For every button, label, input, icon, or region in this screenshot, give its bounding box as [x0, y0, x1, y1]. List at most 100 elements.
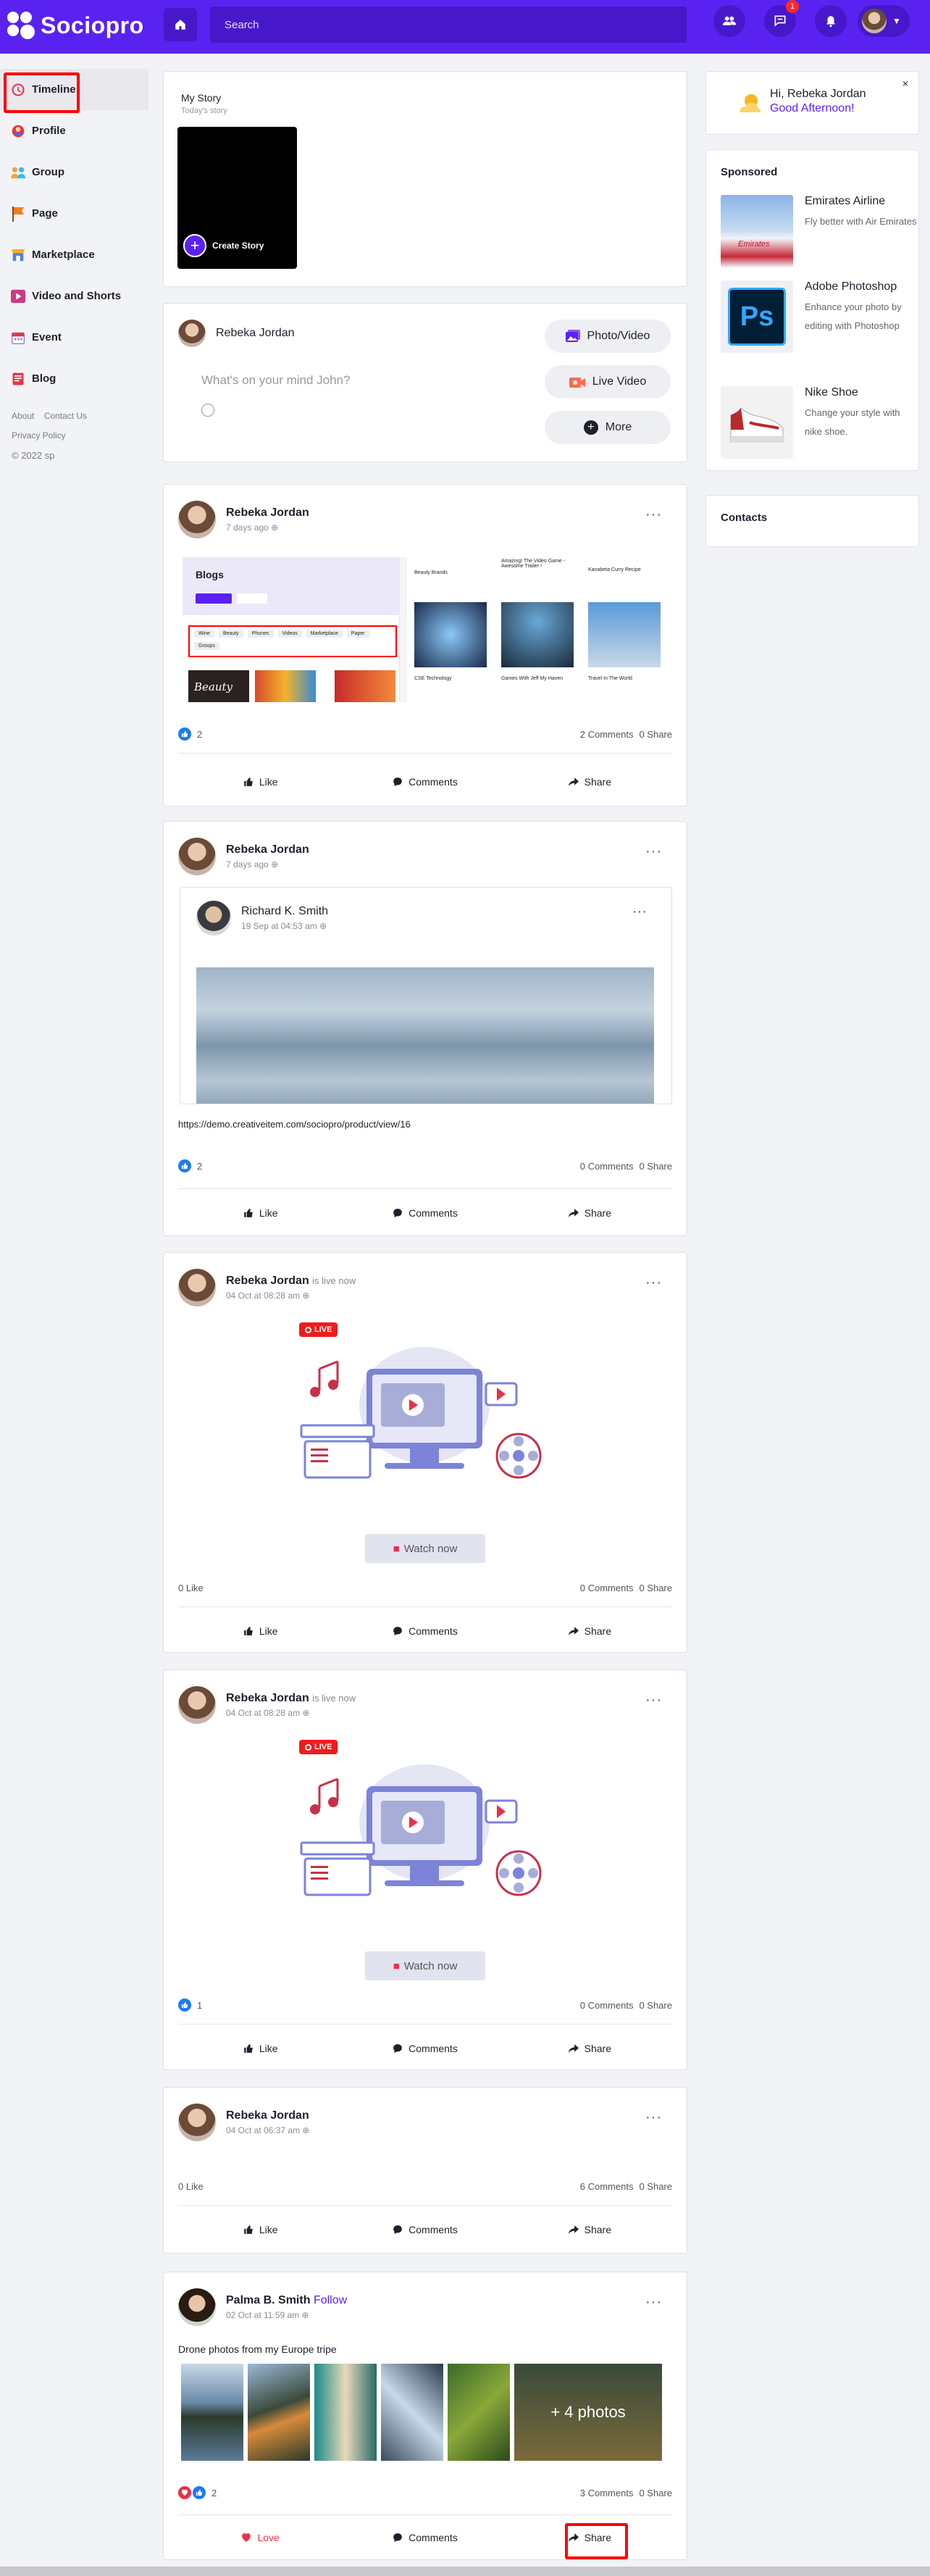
search-input[interactable] — [210, 7, 687, 43]
avatar — [862, 9, 887, 33]
notifications-button[interactable] — [815, 5, 847, 37]
post-text: Drone photos from my Europe tripe — [178, 2343, 337, 2355]
more-options-icon[interactable]: ··· — [645, 1275, 662, 1291]
comment-count[interactable]: 2 Comments — [580, 729, 634, 740]
like-button[interactable]: Like — [178, 2043, 343, 2054]
live-video-button[interactable]: Live Video — [545, 365, 671, 399]
more-photos-tile[interactable]: + 4 photos — [514, 2364, 662, 2461]
post-author[interactable]: Rebeka Jordan — [226, 1692, 309, 1704]
comments-button[interactable]: Comments — [343, 776, 507, 788]
gallery-photo[interactable] — [448, 2364, 510, 2461]
privacy-link[interactable]: Privacy Policy — [12, 430, 66, 441]
emoji-icon[interactable] — [201, 404, 214, 417]
sponsored-item[interactable]: Emirates Emirates Airline Fly better wit… — [721, 195, 917, 267]
thumbs-up-icon — [243, 1209, 253, 1217]
love-button[interactable]: Love — [178, 2532, 343, 2543]
follow-link[interactable]: Follow — [314, 2294, 347, 2306]
more-button[interactable]: + More — [545, 411, 671, 444]
comments-button[interactable]: Comments — [343, 2532, 507, 2543]
messages-button[interactable]: 1 — [764, 0, 799, 37]
post-author[interactable]: Rebeka Jordan — [226, 1275, 309, 1287]
post-link[interactable]: https://demo.creativeitem.com/sociopro/p… — [178, 1119, 411, 1130]
composer-input[interactable]: What's on your mind John? — [201, 373, 350, 388]
sky-image[interactable] — [196, 967, 654, 1104]
close-icon[interactable]: × — [902, 78, 908, 89]
gallery-photo[interactable] — [314, 2364, 377, 2461]
avatar — [196, 901, 231, 935]
photo-icon — [565, 330, 580, 342]
post-stats: 1 0 Comments 0 Share — [178, 1996, 672, 2014]
share-button[interactable]: Share — [508, 1207, 672, 1219]
sidebar-item-blog[interactable]: Blog — [0, 358, 148, 399]
post-author[interactable]: Rebeka Jordan — [226, 2109, 309, 2122]
gallery-photo[interactable] — [248, 2364, 310, 2461]
gallery-photo[interactable] — [181, 2364, 243, 2461]
comment-count[interactable]: 0 Comments — [580, 1161, 634, 1172]
globe-icon: ⊕ — [319, 921, 327, 931]
profile-menu-button[interactable]: ▼ — [858, 5, 910, 37]
like-count[interactable]: 2 — [197, 1161, 202, 1172]
photo-video-button[interactable]: Photo/Video — [545, 320, 671, 353]
comment-count[interactable]: 6 Comments — [580, 2181, 634, 2192]
about-link[interactable]: About — [12, 411, 34, 421]
comment-count[interactable]: 0 Comments — [580, 2000, 634, 2011]
like-count[interactable]: 0 Like — [178, 1583, 204, 1593]
more-options-icon[interactable]: ··· — [645, 843, 662, 860]
sidebar-item-page[interactable]: Page — [0, 193, 148, 234]
share-button[interactable]: Share — [508, 2043, 672, 2054]
divider — [178, 1606, 672, 1607]
friends-button[interactable] — [713, 5, 745, 37]
sidebar-item-video[interactable]: Video and Shorts — [0, 275, 148, 317]
share-button[interactable]: Share — [508, 776, 672, 788]
comments-button[interactable]: Comments — [343, 1207, 507, 1219]
comments-button[interactable]: Comments — [343, 2043, 507, 2054]
home-button[interactable] — [164, 8, 197, 41]
post-author[interactable]: Palma B. Smith — [226, 2294, 310, 2306]
share-button[interactable]: Share — [508, 1625, 672, 1637]
gallery-photo[interactable] — [381, 2364, 443, 2461]
comments-button[interactable]: Comments — [343, 2224, 507, 2235]
watch-now-button[interactable]: ■ Watch now — [365, 1951, 485, 1980]
create-story-tile[interactable]: + Create Story — [177, 127, 297, 269]
like-count[interactable]: 2 — [211, 2488, 217, 2498]
horizontal-scrollbar[interactable] — [0, 2567, 930, 2576]
like-button[interactable]: Like — [178, 2224, 343, 2235]
like-button[interactable]: Like — [178, 1625, 343, 1637]
comments-button[interactable]: Comments — [343, 1625, 507, 1637]
app-logo[interactable]: Sociopro — [7, 12, 144, 39]
sidebar-item-profile[interactable]: Profile — [0, 110, 148, 151]
sponsored-item[interactable]: Ps Adobe Photoshop Enhance your photo by… — [721, 280, 918, 353]
like-count[interactable]: 1 — [197, 2000, 202, 2011]
heart-icon — [242, 2533, 251, 2542]
sponsored-item[interactable]: Nike Shoe Change your style with nike sh… — [721, 386, 918, 459]
sidebar-item-event[interactable]: Event — [0, 317, 148, 358]
post-image[interactable]: Blogs Wine Beauty Phones Videos Marketpl… — [183, 557, 666, 702]
comment-count[interactable]: 0 Comments — [580, 1583, 634, 1593]
photoshop-image: Ps — [721, 280, 793, 353]
more-options-icon[interactable]: ··· — [645, 2109, 662, 2126]
comment-count[interactable]: 3 Comments — [580, 2488, 634, 2498]
sidebar-item-group[interactable]: Group — [0, 151, 148, 193]
like-count[interactable]: 2 — [197, 729, 202, 740]
group-icon — [10, 164, 26, 180]
divider — [178, 1188, 672, 1189]
shared-author[interactable]: Richard K. Smith — [241, 905, 328, 918]
more-options-icon[interactable]: ··· — [645, 507, 662, 523]
share-button[interactable]: Share — [508, 2224, 672, 2235]
avatar — [178, 1686, 216, 1724]
more-options-icon[interactable]: ··· — [645, 2294, 662, 2311]
watch-now-button[interactable]: ■ Watch now — [365, 1534, 485, 1563]
like-button[interactable]: Like — [178, 776, 343, 788]
post-card: Rebeka Jordan 7 days ago ⊕ ··· Blogs Win… — [163, 484, 687, 806]
post-author[interactable]: Rebeka Jordan — [226, 843, 309, 856]
more-options-icon[interactable]: ··· — [632, 904, 647, 920]
sidebar-item-marketplace[interactable]: Marketplace — [0, 234, 148, 275]
contact-link[interactable]: Contact Us — [44, 411, 87, 421]
share-count: 0 Share — [639, 1582, 672, 1593]
like-count[interactable]: 0 Like — [178, 2181, 204, 2192]
more-options-icon[interactable]: ··· — [645, 1692, 662, 1709]
post-author[interactable]: Rebeka Jordan — [226, 507, 309, 520]
more-photos-label: + 4 photos — [550, 2403, 626, 2421]
like-button[interactable]: Like — [178, 1207, 343, 1219]
shared-post[interactable]: Richard K. Smith 19 Sep at 04:53 am ⊕ ··… — [180, 887, 672, 1104]
